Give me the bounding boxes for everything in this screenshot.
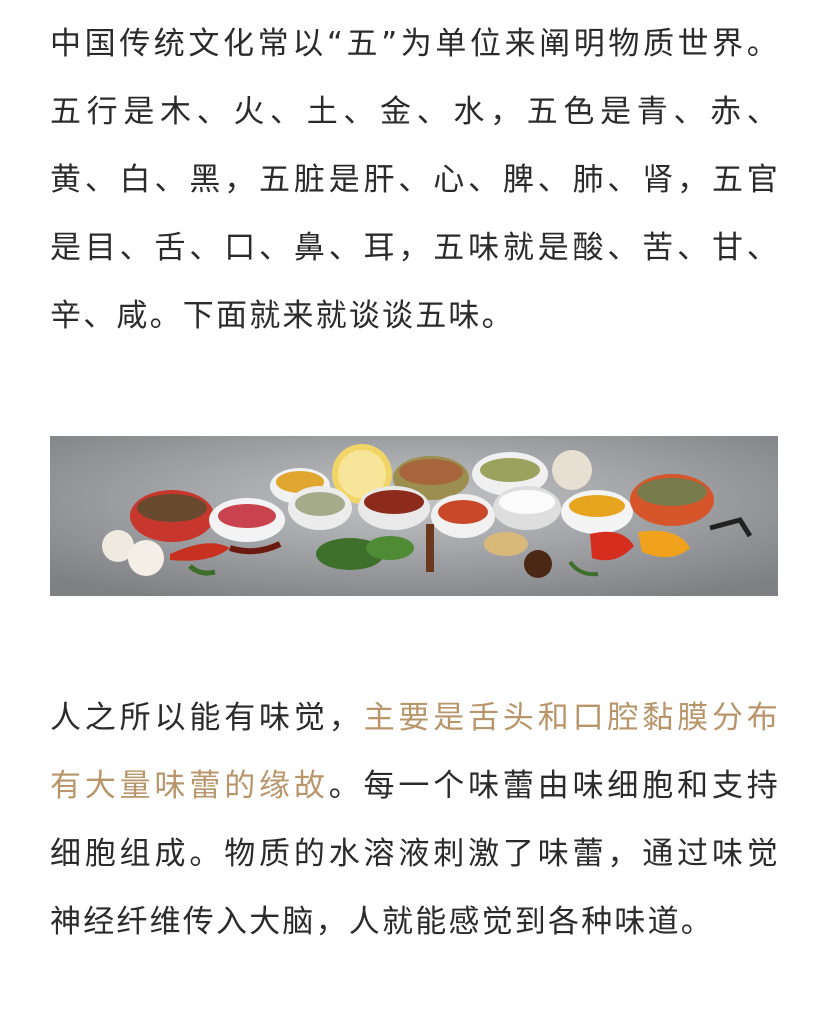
spices-photo-icon [50,436,778,596]
paragraph-five-elements: 中国传统文化常以“五”为单位来阐明物质世界。五行是木、火、土、金、水，五色是青、… [50,26,780,334]
article-body: 中国传统文化常以“五”为单位来阐明物质世界。五行是木、火、土、金、水，五色是青、… [0,0,828,1027]
spices-banner-image [50,436,778,596]
paragraph-taste-buds: 人之所以能有味觉，主要是舌头和口腔黏膜分布有大量味蕾的缘故。每一个味蕾由味细胞和… [50,684,780,956]
paragraph-lead: 人之所以能有味觉， [50,700,364,736]
